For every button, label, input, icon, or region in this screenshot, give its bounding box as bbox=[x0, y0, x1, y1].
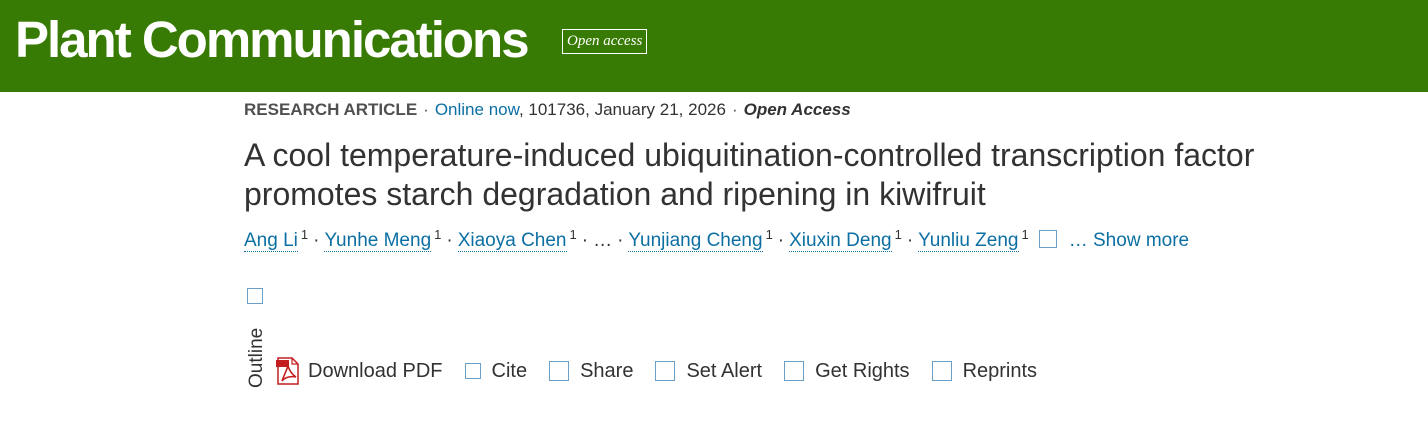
separator: · bbox=[731, 100, 738, 119]
author-link[interactable]: Yunjiang Cheng bbox=[628, 230, 763, 252]
article-title: A cool temperature-induced ubiquitinatio… bbox=[244, 137, 1255, 212]
rights-icon bbox=[784, 361, 805, 381]
open-access-badge: Open access bbox=[562, 29, 648, 54]
separator: · bbox=[446, 230, 453, 251]
cite-label: Cite bbox=[491, 359, 528, 382]
set-alert-button[interactable]: Set Alert bbox=[655, 360, 762, 383]
share-icon bbox=[549, 361, 570, 381]
article-meta: RESEARCH ARTICLE · Online now, 101736, Jan… bbox=[244, 99, 851, 121]
open-access-label: Open Access bbox=[743, 100, 851, 119]
alert-icon bbox=[655, 361, 676, 381]
article-details: , 101736, January 21, 2026 bbox=[518, 100, 726, 119]
article-type: RESEARCH ARTICLE bbox=[244, 100, 418, 119]
set-alert-label: Set Alert bbox=[686, 359, 763, 382]
author-list: Ang Li 1 · Yunhe Meng 1 · Xiaoya Chen 1 ·… · Yunji… bbox=[244, 228, 1189, 254]
article-toolbar: Download PDF Cite Share Set Alert Get Ri… bbox=[276, 356, 1059, 386]
pdf-icon bbox=[276, 357, 299, 385]
affiliation-marker: 1 bbox=[765, 226, 773, 242]
affiliation-marker: 1 bbox=[569, 226, 577, 242]
separator: · bbox=[906, 230, 914, 251]
author-link[interactable]: Yunliu Zeng bbox=[918, 230, 1019, 252]
author-link[interactable]: Xiaoya Chen bbox=[457, 230, 567, 252]
affiliation-marker: 1 bbox=[1021, 226, 1029, 242]
share-label: Share bbox=[580, 359, 634, 382]
separator: · bbox=[777, 230, 785, 251]
reprints-label: Reprints bbox=[962, 359, 1038, 382]
reprints-icon bbox=[931, 361, 952, 381]
author-link[interactable]: Yunhe Meng bbox=[324, 230, 432, 252]
outline-icon[interactable] bbox=[247, 288, 263, 304]
separator: · bbox=[617, 230, 624, 251]
author-ellipsis: … bbox=[593, 230, 613, 251]
separator: · bbox=[313, 230, 320, 251]
affiliation-marker: 1 bbox=[894, 226, 902, 242]
get-rights-label: Get Rights bbox=[815, 359, 910, 382]
cite-icon bbox=[464, 363, 481, 379]
email-icon[interactable] bbox=[1038, 230, 1057, 248]
journal-header: Plant Communications Open access bbox=[0, 0, 1428, 92]
cite-button[interactable]: Cite bbox=[464, 359, 528, 383]
get-rights-button[interactable]: Get Rights bbox=[784, 359, 910, 383]
journal-logo[interactable]: Plant Communications bbox=[15, 10, 530, 70]
online-now-link[interactable]: Online now bbox=[435, 100, 519, 119]
download-pdf-button[interactable]: Download PDF bbox=[276, 357, 443, 385]
separator: · bbox=[581, 230, 589, 251]
affiliation-marker: 1 bbox=[434, 226, 442, 242]
author-link[interactable]: Ang Li bbox=[244, 230, 298, 252]
author-link[interactable]: Xiuxin Deng bbox=[789, 230, 892, 252]
separator: · bbox=[423, 100, 429, 119]
outline-toggle[interactable]: Outline bbox=[246, 328, 268, 388]
download-pdf-label: Download PDF bbox=[308, 359, 443, 382]
reprints-button[interactable]: Reprints bbox=[931, 359, 1038, 383]
share-button[interactable]: Share bbox=[549, 360, 633, 383]
show-more-authors-link[interactable]: … Show more bbox=[1069, 230, 1189, 251]
affiliation-marker: 1 bbox=[300, 226, 309, 242]
